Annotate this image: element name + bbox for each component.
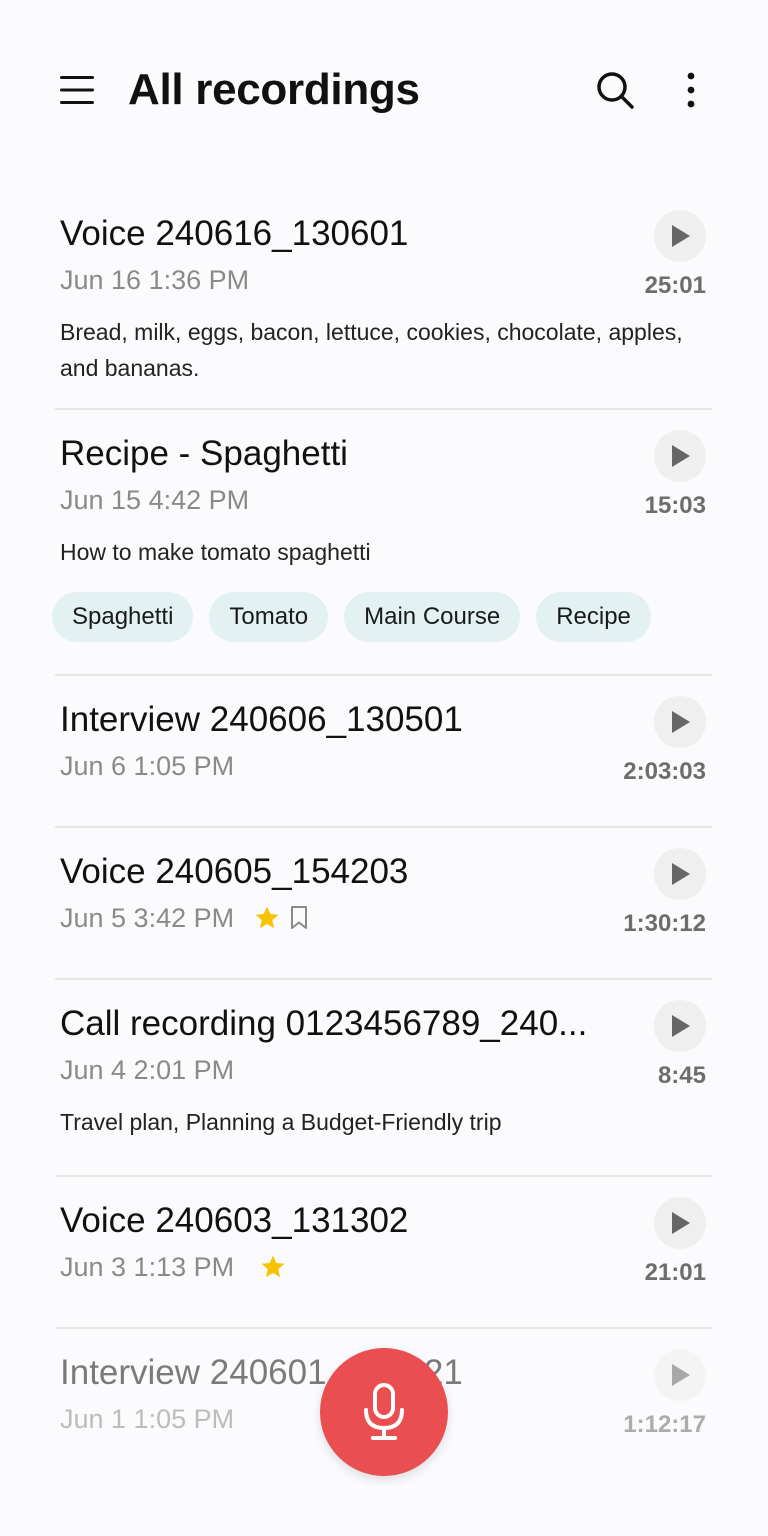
play-button[interactable] [654, 848, 706, 900]
recording-item[interactable]: Recipe - Spaghetti Jun 15 4:42 PM How to… [0, 410, 768, 674]
recording-duration: 2:03:03 [623, 758, 706, 785]
recording-title: Voice 240603_131302 [60, 1201, 409, 1240]
play-button[interactable] [654, 1197, 706, 1249]
tag-list: Spaghetti Tomato Main Course Recipe [52, 592, 768, 642]
recording-title: Call recording 0123456789_240... [60, 1004, 588, 1043]
play-icon [672, 1015, 690, 1037]
play-button[interactable] [654, 1000, 706, 1052]
recording-date-text: Jun 6 1:05 PM [60, 751, 235, 781]
recording-date-text: Jun 16 1:36 PM [60, 265, 250, 295]
play-icon [672, 863, 690, 885]
star-icon [254, 905, 280, 931]
tag-chip[interactable]: Tomato [209, 592, 329, 642]
menu-button[interactable] [52, 65, 102, 115]
recording-title: Voice 240616_130601 [60, 214, 409, 253]
play-button[interactable] [654, 430, 706, 482]
search-button[interactable] [590, 65, 640, 115]
recording-duration: 15:03 [644, 492, 706, 519]
app-bar: All recordings [0, 0, 768, 180]
recording-date-text: Jun 3 1:13 PM [60, 1252, 235, 1282]
play-icon [672, 1212, 690, 1234]
recording-item[interactable]: Call recording 0123456789_240... Jun 4 2… [0, 980, 768, 1175]
recording-description: Bread, milk, eggs, bacon, lettuce, cooki… [60, 319, 683, 381]
search-icon [597, 72, 634, 109]
play-icon [672, 445, 690, 467]
tag-chip[interactable]: Spaghetti [52, 592, 194, 642]
microphone-icon [364, 1383, 404, 1440]
more-options-button[interactable] [666, 65, 716, 115]
recording-item[interactable]: Voice 240616_130601 Jun 16 1:36 PM Bread… [0, 190, 768, 408]
recording-date-text: Jun 5 3:42 PM [60, 903, 235, 933]
star-icon [260, 1254, 286, 1280]
recording-description: How to make tomato spaghetti [60, 539, 371, 565]
recording-date-text: Jun 1 1:05 PM [60, 1404, 235, 1434]
recording-description: Travel plan, Planning a Budget-Friendly … [60, 1109, 502, 1135]
recording-date-text: Jun 4 2:01 PM [60, 1055, 235, 1085]
bookmark-icon [288, 905, 310, 931]
record-button[interactable] [320, 1348, 448, 1476]
more-vertical-icon [687, 72, 695, 108]
play-icon [672, 225, 690, 247]
recording-duration: 8:45 [657, 1062, 706, 1089]
recording-duration: 1:30:12 [623, 910, 706, 937]
play-button[interactable] [654, 210, 706, 262]
hamburger-menu-icon [60, 76, 94, 104]
recording-duration: 25:01 [644, 272, 706, 299]
recording-duration: 1:12:17 [623, 1411, 706, 1438]
recording-item[interactable]: Interview 240606_130501 Jun 6 1:05 PM 2:… [0, 676, 768, 826]
page-title: All recordings [128, 65, 420, 114]
recording-title: Interview 240606_130501 [60, 700, 463, 739]
play-icon [672, 1364, 690, 1386]
recording-item[interactable]: Voice 240605_154203 Jun 5 3:42 PM 1:30:1… [0, 828, 768, 978]
recording-item[interactable]: Voice 240603_131302 Jun 3 1:13 PM 21:01 [0, 1177, 768, 1327]
recording-title: Recipe - Spaghetti [60, 434, 348, 473]
tag-chip[interactable]: Recipe [536, 592, 651, 642]
play-icon [672, 711, 690, 733]
recording-date-text: Jun 15 4:42 PM [60, 485, 250, 515]
play-button[interactable] [654, 1349, 706, 1401]
recording-list: Voice 240616_130601 Jun 16 1:36 PM Bread… [0, 190, 768, 1479]
recording-duration: 21:01 [644, 1259, 706, 1286]
play-button[interactable] [654, 696, 706, 748]
tag-chip[interactable]: Main Course [344, 592, 521, 642]
recording-title: Voice 240605_154203 [60, 852, 409, 891]
